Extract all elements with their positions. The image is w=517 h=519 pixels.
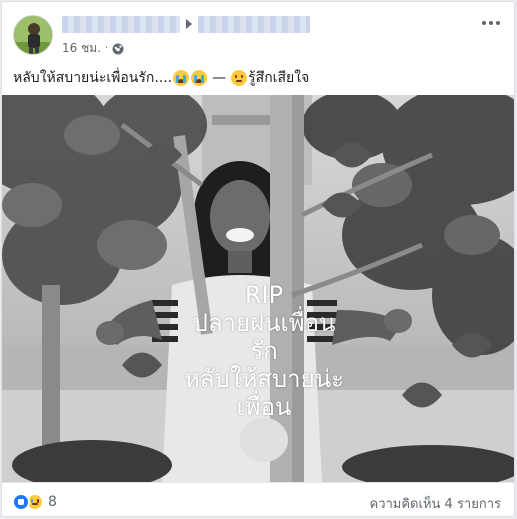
globe-icon[interactable]: [112, 43, 124, 55]
more-options-icon[interactable]: [480, 12, 502, 34]
feeling-separator: —: [212, 70, 227, 86]
comments-count-link[interactable]: ความคิดเห็น 4 รายการ: [370, 493, 502, 514]
post-message: หลับให้สบายน่ะเพื่อนรัก.... — รู้สึกเสีย…: [13, 67, 309, 89]
crying-emoji-icon: [191, 70, 208, 86]
feed-post: 16 ชม. · หลับให้สบายน่ะเพื่อนรัก.... — ร…: [1, 1, 515, 517]
overlay-line: เพื่อน: [236, 393, 292, 421]
post-photo[interactable]: RIP ปลายฝนเพื่อน รัก หลับให้สบายน่ะ เพื่…: [2, 95, 514, 482]
reactions-summary[interactable]: 8: [12, 493, 57, 511]
overlay-line: หลับให้สบายน่ะ: [183, 365, 345, 393]
author-name-redacted[interactable]: [62, 15, 180, 33]
crying-emoji-icon: [173, 70, 190, 86]
overlay-line: รัก: [250, 337, 278, 365]
post-timestamp[interactable]: 16 ชม.: [62, 39, 101, 58]
feeling-label[interactable]: รู้สึกเสียใจ: [248, 67, 309, 89]
meta-separator: ·: [104, 43, 109, 54]
author-row: [62, 14, 310, 34]
post-header: 16 ชม. ·: [2, 2, 514, 64]
like-reaction-icon: [12, 493, 30, 511]
post-footer: 8 ความคิดเห็น 4 รายการ: [2, 482, 514, 516]
overlay-line: RIP: [244, 281, 284, 309]
right-arrow-icon: [186, 19, 192, 29]
reaction-count: 8: [48, 494, 57, 510]
photo-overlay-text: RIP ปลายฝนเพื่อน รัก หลับให้สบายน่ะ เพื่…: [129, 281, 399, 421]
message-text: หลับให้สบายน่ะเพื่อนรัก....: [13, 70, 173, 86]
target-name-redacted[interactable]: [198, 15, 310, 33]
overlay-line: ปลายฝนเพื่อน: [192, 309, 336, 337]
avatar[interactable]: [13, 15, 53, 55]
post-meta: 16 ชม. ·: [62, 39, 124, 58]
sad-emoji-icon: [231, 70, 248, 86]
